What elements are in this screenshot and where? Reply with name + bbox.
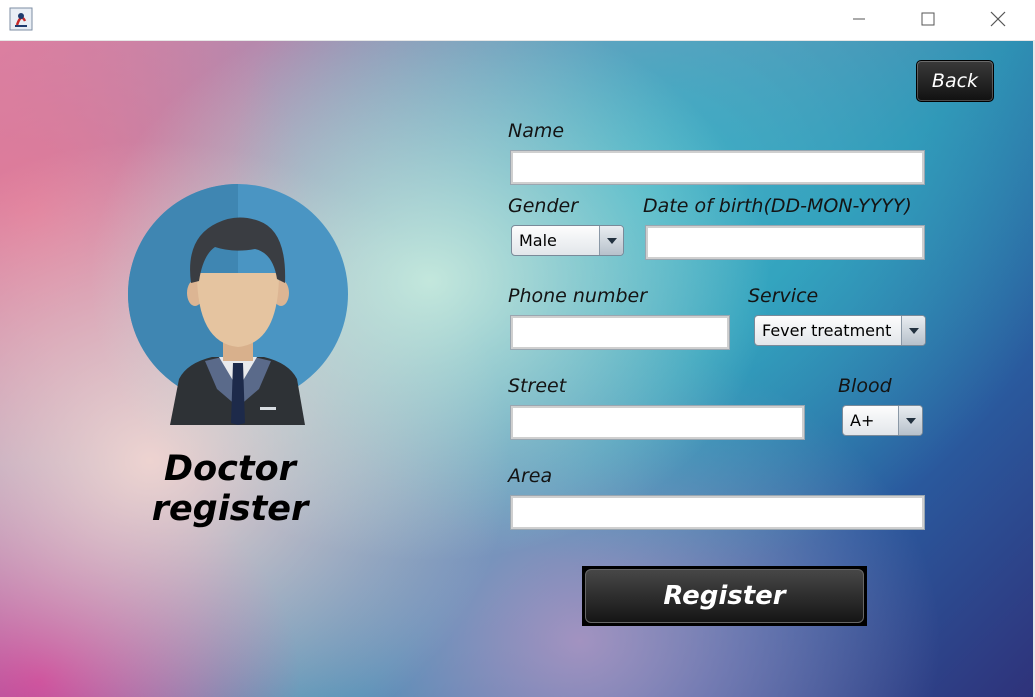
street-field[interactable] bbox=[510, 405, 805, 440]
blood-label: Blood bbox=[838, 375, 892, 397]
close-button[interactable] bbox=[975, 0, 1021, 38]
service-select[interactable]: Fever treatment bbox=[754, 315, 926, 346]
java-icon bbox=[9, 7, 33, 31]
phone-label: Phone number bbox=[508, 285, 648, 307]
chevron-down-icon bbox=[898, 406, 922, 435]
page-title: Doctor register bbox=[151, 449, 309, 529]
close-icon bbox=[990, 11, 1006, 27]
name-field[interactable] bbox=[510, 150, 925, 185]
dob-label: Date of birth(DD-MON-YYYY) bbox=[643, 195, 912, 217]
blood-selected-value: A+ bbox=[850, 411, 875, 430]
service-selected-value: Fever treatment bbox=[762, 321, 892, 340]
street-label: Street bbox=[508, 375, 567, 397]
blood-select[interactable]: A+ bbox=[842, 405, 923, 436]
chevron-down-icon bbox=[599, 226, 623, 255]
window-titlebar bbox=[0, 0, 1035, 41]
gender-label: Gender bbox=[508, 195, 579, 217]
area-field[interactable] bbox=[510, 495, 925, 530]
register-button-label: Register bbox=[585, 569, 864, 623]
maximize-icon bbox=[921, 12, 935, 26]
service-label: Service bbox=[748, 285, 819, 307]
chevron-down-icon bbox=[901, 316, 925, 345]
area-label: Area bbox=[508, 465, 553, 487]
gender-selected-value: Male bbox=[519, 231, 557, 250]
register-panel: Back Doctor register Name Gender Male Da… bbox=[0, 41, 1033, 697]
doctor-avatar-icon bbox=[127, 183, 349, 425]
minimize-button[interactable] bbox=[836, 0, 882, 38]
phone-field[interactable] bbox=[510, 315, 730, 350]
minimize-icon bbox=[853, 18, 865, 20]
dob-field[interactable] bbox=[645, 225, 925, 260]
name-label: Name bbox=[508, 120, 565, 142]
register-button[interactable]: Register bbox=[582, 566, 867, 626]
maximize-button[interactable] bbox=[905, 0, 951, 38]
gender-select[interactable]: Male bbox=[511, 225, 624, 256]
back-button[interactable]: Back bbox=[916, 60, 994, 102]
